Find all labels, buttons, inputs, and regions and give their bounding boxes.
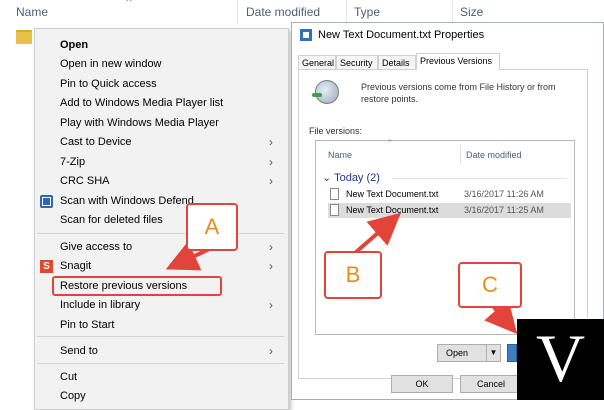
arrow-c: [484, 299, 518, 335]
logo-glyph: V: [535, 320, 586, 396]
arrow-b: [353, 212, 402, 255]
annotation-a: A: [186, 203, 238, 251]
annotation-b: B: [324, 251, 382, 299]
annotation-c: C: [458, 262, 522, 308]
site-logo: V: [517, 319, 604, 400]
tab-previous-versions[interactable]: Previous Versions: [416, 53, 500, 70]
annotation-arrows: [165, 212, 518, 335]
